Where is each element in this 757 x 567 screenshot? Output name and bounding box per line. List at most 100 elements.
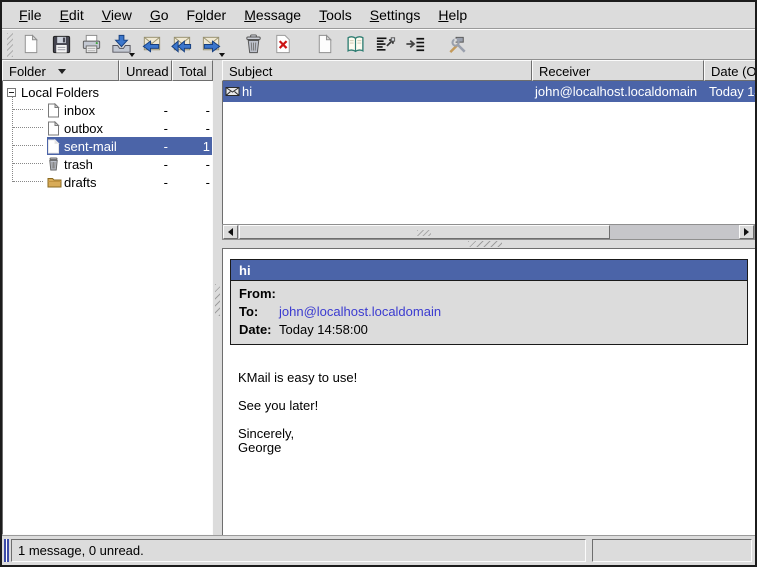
forward-button[interactable]: [198, 31, 225, 58]
address-book-button[interactable]: [342, 31, 369, 58]
right-arrow-icon: [744, 228, 749, 236]
splitter-grip: [468, 241, 502, 247]
folder-item-inbox[interactable]: inbox - -: [3, 101, 212, 119]
reply-all-icon: [170, 33, 193, 56]
splitter-grip: [215, 284, 220, 316]
from-label: From:: [239, 286, 279, 302]
body-line: [238, 413, 748, 427]
total-column-header[interactable]: Total: [172, 60, 213, 81]
date-column-header[interactable]: Date (O: [704, 60, 755, 81]
dropdown-caret-icon: [129, 53, 135, 57]
message-subject: hi: [242, 84, 252, 99]
subject-column-header[interactable]: Subject: [222, 60, 532, 81]
folder-item-trash[interactable]: trash - -: [3, 155, 212, 173]
reply-all-button[interactable]: [168, 31, 195, 58]
to-address-link[interactable]: john@localhost.localdomain: [279, 304, 441, 320]
trash-icon: [242, 33, 265, 56]
message-header-box: hi From: To: john@localhost.localdomain …: [230, 259, 748, 345]
folder-icon: [47, 176, 64, 188]
menu-folder[interactable]: Folder: [178, 4, 236, 26]
menu-file[interactable]: File: [10, 4, 51, 26]
save-button[interactable]: [48, 31, 75, 58]
folder-tree: Local Folders inbox - -: [2, 81, 213, 535]
scrollbar-track[interactable]: [238, 225, 739, 239]
save-icon: [50, 33, 73, 56]
sort-descending-icon: [58, 69, 66, 74]
main-area: Folder Unread Total Local Folders: [2, 60, 755, 535]
message-list: hi john@localhost.localdomain Today 14: [222, 81, 755, 224]
trash-folder-icon: [47, 157, 64, 171]
date-row: Date: Today 14:58:00: [231, 321, 747, 339]
status-message: 1 message, 0 unread.: [18, 543, 144, 558]
scroll-left-button[interactable]: [223, 225, 238, 239]
body-line: KMail is easy to use!: [238, 371, 748, 385]
print-icon: [80, 33, 103, 56]
folder-root-local-folders[interactable]: Local Folders: [3, 83, 212, 101]
mark-message-icon: [374, 33, 397, 56]
menu-edit[interactable]: Edit: [51, 4, 93, 26]
horizontal-splitter[interactable]: [222, 240, 755, 248]
message-title: hi: [231, 260, 747, 281]
folder-column-header[interactable]: Folder: [2, 60, 119, 81]
status-bar: 1 message, 0 unread.: [2, 535, 755, 565]
menu-settings[interactable]: Settings: [361, 4, 430, 26]
check-mail-button[interactable]: [108, 31, 135, 58]
menu-go[interactable]: Go: [141, 4, 178, 26]
toolbar-drag-handle[interactable]: [7, 33, 13, 57]
message-row-hi[interactable]: hi john@localhost.localdomain Today 14: [223, 81, 755, 102]
toolbar: [2, 29, 755, 60]
dropdown-caret-icon: [219, 53, 225, 57]
status-message-panel: 1 message, 0 unread.: [11, 539, 586, 562]
body-line: See you later!: [238, 399, 748, 413]
status-secondary-panel: [592, 539, 752, 562]
trash-button[interactable]: [240, 31, 267, 58]
folder-tree-children: inbox - - outbox - -: [3, 101, 212, 191]
delete-icon: [272, 33, 295, 56]
address-book-icon: [344, 33, 367, 56]
document-icon: [47, 103, 64, 118]
configure-icon: [446, 33, 469, 56]
message-preview-pane: hi From: To: john@localhost.localdomain …: [222, 248, 755, 535]
menu-tools[interactable]: Tools: [310, 4, 361, 26]
from-row: From:: [231, 285, 747, 303]
scrollbar-thumb[interactable]: [239, 225, 610, 239]
date-label: Date:: [239, 322, 279, 338]
menu-view[interactable]: View: [93, 4, 141, 26]
collapse-expander-icon[interactable]: [7, 88, 16, 97]
new-message-button[interactable]: [18, 31, 45, 58]
mark-message-button[interactable]: [372, 31, 399, 58]
message-receiver: john@localhost.localdomain: [533, 84, 705, 99]
vertical-splitter[interactable]: [213, 60, 222, 535]
folder-item-drafts[interactable]: drafts - -: [3, 173, 212, 191]
receiver-column-header[interactable]: Receiver: [532, 60, 704, 81]
scroll-right-button[interactable]: [739, 225, 754, 239]
document-icon: [47, 139, 64, 154]
horizontal-scrollbar[interactable]: [222, 224, 755, 240]
new-window-icon: [314, 33, 337, 56]
folder-item-outbox[interactable]: outbox - -: [3, 119, 212, 137]
delete-button[interactable]: [270, 31, 297, 58]
configure-button[interactable]: [444, 31, 471, 58]
message-list-headers: Subject Receiver Date (O: [222, 60, 755, 81]
folder-item-sent-mail[interactable]: sent-mail - 1: [3, 137, 212, 155]
message-pane: Subject Receiver Date (O hi john@localho…: [222, 60, 755, 535]
reply-button[interactable]: [138, 31, 165, 58]
document-icon: [47, 121, 64, 136]
print-button[interactable]: [78, 31, 105, 58]
folder-pane: Folder Unread Total Local Folders: [2, 60, 213, 535]
to-row: To: john@localhost.localdomain: [231, 303, 747, 321]
folder-root-label: Local Folders: [21, 85, 99, 100]
message-date: Today 14: [705, 84, 755, 99]
menu-bar: File Edit View Go Folder Message Tools S…: [2, 2, 755, 29]
folder-pane-headers: Folder Unread Total: [2, 60, 213, 81]
menu-help[interactable]: Help: [429, 4, 476, 26]
unread-column-header[interactable]: Unread: [119, 60, 172, 81]
jump-to-list-button[interactable]: [402, 31, 429, 58]
new-window-button[interactable]: [312, 31, 339, 58]
date-value: Today 14:58:00: [279, 322, 368, 338]
menu-message[interactable]: Message: [235, 4, 310, 26]
folder-header-label: Folder: [9, 64, 46, 79]
message-body: KMail is easy to use! See you later! Sin…: [238, 371, 748, 455]
envelope-icon: [225, 86, 240, 97]
to-label: To:: [239, 304, 279, 320]
